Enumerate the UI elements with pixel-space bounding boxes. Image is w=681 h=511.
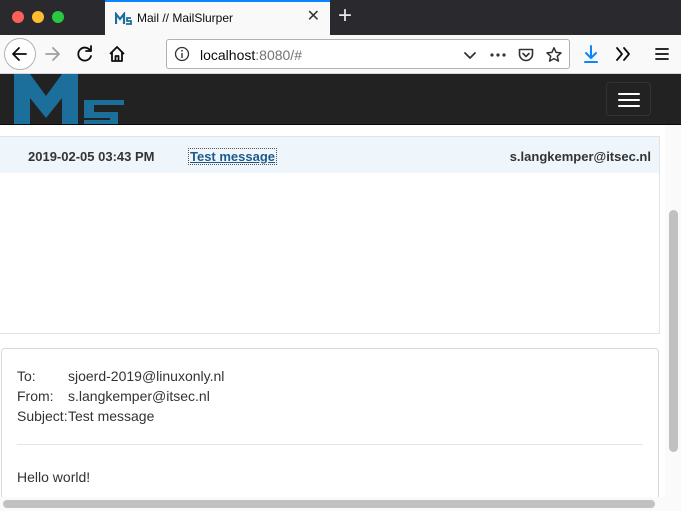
message-body: Hello world!	[17, 469, 91, 485]
message-subject-link[interactable]: Test message	[188, 148, 278, 165]
message-date: 2019-02-05 03:43 PM	[28, 149, 155, 164]
double-chevron-icon[interactable]	[608, 39, 638, 69]
from-value: s.langkemper@itsec.nl	[68, 388, 210, 404]
home-icon[interactable]	[102, 39, 132, 69]
browser-tab-strip: Mail // MailSlurper ✕ +	[0, 0, 681, 35]
hamburger-menu-icon-bar	[618, 93, 640, 95]
url-text[interactable]: localhost:8080/#	[200, 47, 302, 63]
pocket-icon[interactable]	[517, 46, 535, 64]
hamburger-menu-icon[interactable]	[647, 39, 677, 69]
arrow-right-icon[interactable]	[38, 39, 68, 69]
window-minimize-button[interactable]	[32, 11, 44, 23]
detail-divider	[17, 444, 643, 445]
hamburger-menu-icon-bar	[618, 99, 640, 101]
message-list: 2019-02-05 03:43 PM Test message s.langk…	[0, 136, 660, 334]
from-label: From:	[17, 388, 54, 404]
window-maximize-button[interactable]	[52, 11, 64, 23]
browser-tab-mailslurper[interactable]: Mail // MailSlurper ✕	[105, 0, 330, 35]
table-row[interactable]: 2019-02-05 03:43 PM Test message s.langk…	[0, 137, 659, 173]
star-icon[interactable]	[545, 46, 563, 64]
browser-toolbar: localhost:8080/#	[0, 35, 681, 74]
subject-value: Test message	[68, 408, 155, 424]
window-close-button[interactable]	[12, 11, 24, 23]
info-icon[interactable]	[174, 46, 190, 62]
arrow-left-icon	[12, 47, 27, 61]
chevron-down-icon[interactable]	[461, 46, 479, 64]
to-value: sjoerd-2019@linuxonly.nl	[68, 368, 225, 384]
back-button[interactable]	[4, 38, 36, 70]
message-from: s.langkemper@itsec.nl	[509, 149, 651, 164]
url-host: localhost	[200, 47, 256, 63]
plus-icon[interactable]: +	[338, 3, 352, 29]
to-label: To:	[17, 368, 36, 384]
reload-icon[interactable]	[70, 39, 100, 69]
mailslurper-logo-icon	[115, 12, 132, 25]
ellipsis-icon[interactable]	[489, 46, 507, 64]
message-detail: To: sjoerd-2019@linuxonly.nl From: s.lan…	[1, 348, 659, 500]
tab-title: Mail // MailSlurper	[137, 11, 234, 25]
url-rest: :8080/#	[255, 47, 302, 63]
navbar-menu-toggle[interactable]	[606, 82, 651, 116]
download-icon[interactable]	[576, 39, 606, 69]
hamburger-menu-icon-bar	[618, 105, 640, 107]
horizontal-scrollbar-thumb[interactable]	[3, 500, 655, 508]
app-navbar	[0, 74, 681, 125]
mailslurper-ms-logo[interactable]	[14, 74, 126, 125]
close-icon[interactable]: ✕	[307, 8, 320, 26]
subject-label: Subject:	[17, 408, 68, 424]
vertical-scrollbar-thumb[interactable]	[669, 210, 678, 452]
url-bar[interactable]: localhost:8080/#	[166, 39, 570, 69]
